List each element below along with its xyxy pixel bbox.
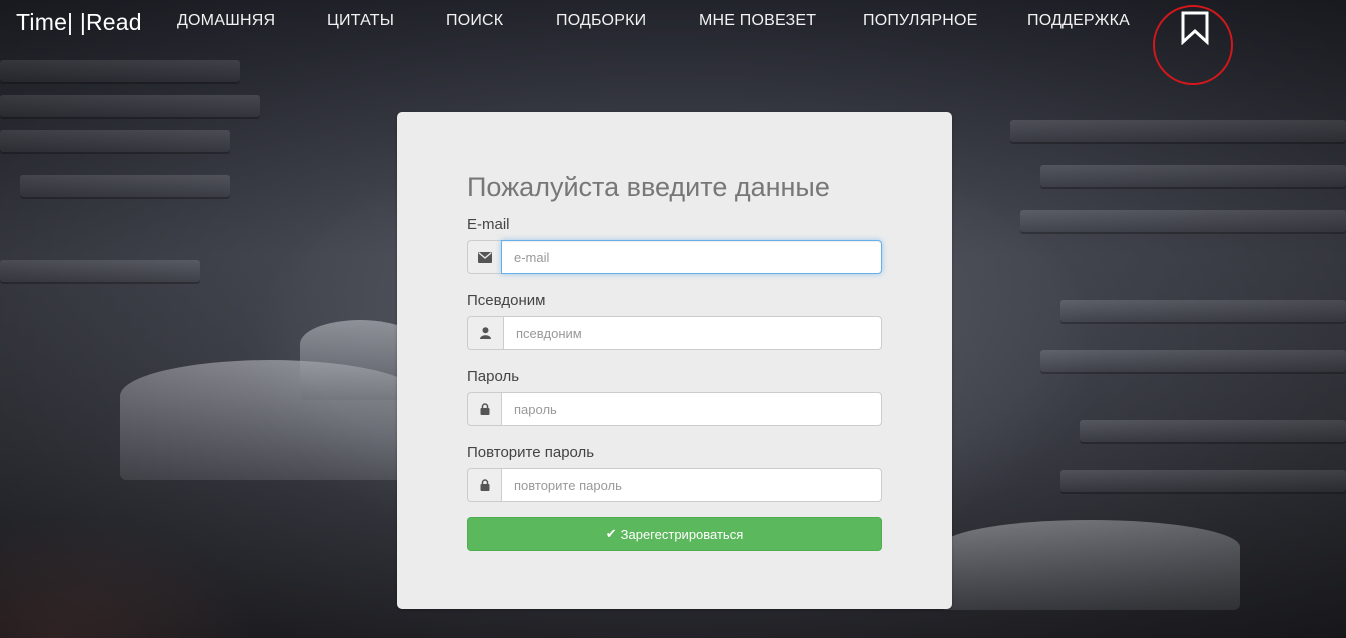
top-navbar: Time| |Read ДОМАШНЯЯ ЦИТАТЫ ПОИСК ПОДБОР…	[0, 0, 1346, 85]
nav-quotes[interactable]: ЦИТАТЫ	[327, 12, 394, 30]
nav-lucky[interactable]: МНЕ ПОВЕЗЕТ	[699, 12, 816, 30]
password-input[interactable]	[501, 392, 882, 426]
nav-search[interactable]: ПОИСК	[446, 12, 503, 30]
register-button[interactable]: ✔ Зарегестрироваться	[467, 517, 882, 551]
password-label: Пароль	[467, 368, 520, 385]
registration-card: Пожалуйста введите данные E-mail Псевдон…	[397, 112, 952, 609]
register-button-label: Зарегестрироваться	[620, 526, 744, 542]
nickname-input[interactable]	[503, 316, 882, 350]
envelope-icon	[467, 240, 501, 274]
repeat-password-input[interactable]	[501, 468, 882, 502]
nickname-label: Псевдоним	[467, 292, 546, 309]
user-icon	[467, 316, 503, 350]
brand-logo[interactable]: Time| |Read	[16, 9, 142, 36]
form-title: Пожалуйста введите данные	[467, 172, 830, 202]
repeat-password-input-group	[467, 468, 882, 502]
lock-icon	[467, 392, 501, 426]
email-input-group	[467, 240, 882, 274]
check-icon: ✔	[605, 526, 617, 541]
lock-icon	[467, 468, 501, 502]
password-input-group	[467, 392, 882, 426]
nav-home[interactable]: ДОМАШНЯЯ	[177, 12, 275, 30]
nav-collections[interactable]: ПОДБОРКИ	[556, 12, 646, 30]
email-input[interactable]	[501, 240, 882, 274]
nickname-input-group	[467, 316, 882, 350]
nav-support[interactable]: ПОДДЕРЖКА	[1027, 12, 1130, 30]
highlight-circle-annotation	[1153, 5, 1233, 85]
repeat-password-label: Повторите пароль	[467, 444, 595, 461]
email-label: E-mail	[467, 216, 510, 233]
nav-popular[interactable]: ПОПУЛЯРНОЕ	[863, 12, 977, 30]
